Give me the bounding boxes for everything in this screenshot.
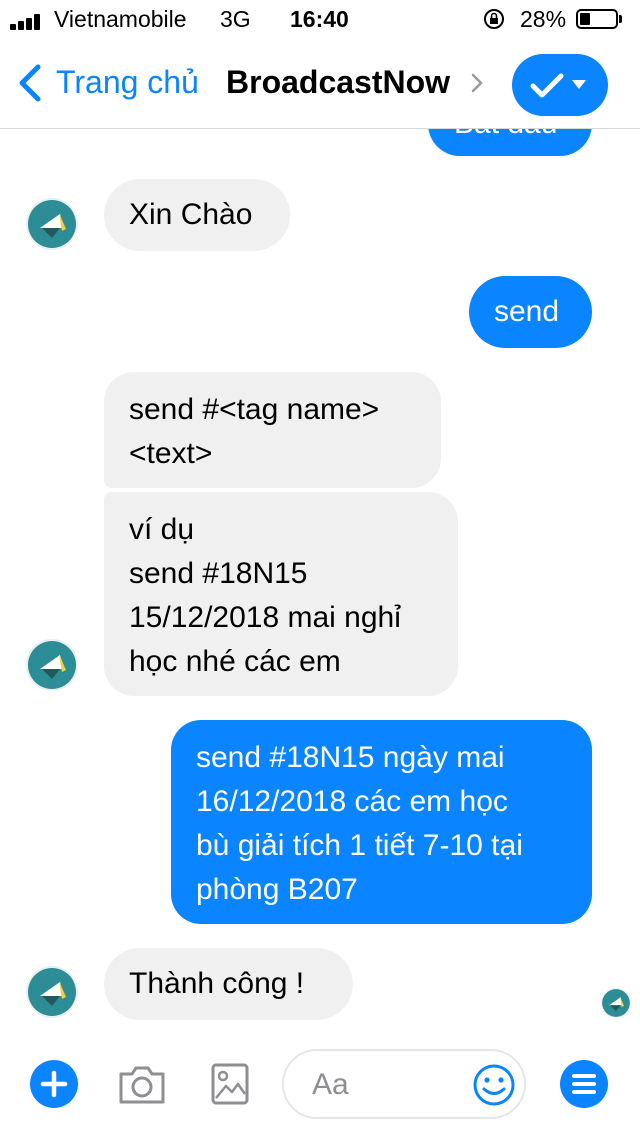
battery-tip [619,15,622,23]
battery-icon [576,9,618,29]
menu-button[interactable] [560,1060,608,1108]
bot-avatar[interactable] [26,966,78,1018]
message-bubble-outgoing[interactable]: send #18N15 ngày mai 16/12/2018 các em h… [171,720,592,924]
message-input-container[interactable] [282,1049,526,1119]
checkmark-icon [530,73,564,98]
read-receipt-avatar [601,988,631,1018]
bot-avatar[interactable] [26,198,78,250]
plus-icon [40,1070,68,1098]
composer-bar [0,1030,640,1136]
message-bubble-outgoing[interactable]: send [469,276,592,348]
message-text: send #18N15 ngày mai 16/12/2018 các em h… [196,741,523,906]
megaphone-logo-icon [28,641,76,689]
status-bar: Vietnamobile 3G 16:40 28% [0,0,640,40]
message-text: send [494,295,560,328]
message-text: Bắt đầu [454,128,557,140]
battery-percent: 28% [520,6,567,32]
message-list[interactable]: Bắt đầu Xin Chào send send #<tag name> <… [0,128,640,1030]
message-text: send #<tag name> <text> [129,393,380,470]
message-bubble-incoming[interactable]: ví dụ send #18N15 15/12/2018 mai nghỉ họ… [104,492,458,696]
camera-icon[interactable] [117,1064,167,1106]
back-chevron-icon[interactable] [16,63,46,103]
network-type: 3G [220,6,251,32]
megaphone-logo-icon [28,200,76,248]
message-text: ví dụ send #18N15 15/12/2018 mai nghỉ họ… [129,513,401,678]
rotation-lock-icon [484,9,504,29]
back-button[interactable]: Trang chủ [56,64,199,101]
message-bubble-incoming[interactable]: send #<tag name> <text> [104,372,441,488]
megaphone-logo-icon [602,989,630,1017]
message-bubble-outgoing[interactable]: Bắt đầu [428,128,592,156]
add-button[interactable] [30,1060,78,1108]
carrier-name: Vietnamobile [54,6,187,32]
checkmark-dropdown-button[interactable] [512,54,608,116]
menu-icon [572,1074,596,1094]
message-bubble-incoming[interactable]: Xin Chào [104,179,290,251]
bot-avatar[interactable] [26,639,78,691]
message-input[interactable] [310,1063,464,1107]
message-bubble-incoming[interactable]: Thành công ! [104,948,353,1020]
clock: 16:40 [290,6,349,32]
emoji-icon[interactable] [472,1063,516,1107]
caret-down-icon [572,80,586,89]
signal-strength-icon [10,14,46,30]
photo-gallery-icon[interactable] [210,1062,250,1106]
chevron-right-icon[interactable] [470,72,484,94]
conversation-title[interactable]: BroadcastNow [226,64,450,101]
megaphone-logo-icon [28,968,76,1016]
message-text: Xin Chào [129,198,253,231]
message-text: Thành công ! [129,967,305,1000]
conversation-header: Trang chủ BroadcastNow [0,40,640,129]
